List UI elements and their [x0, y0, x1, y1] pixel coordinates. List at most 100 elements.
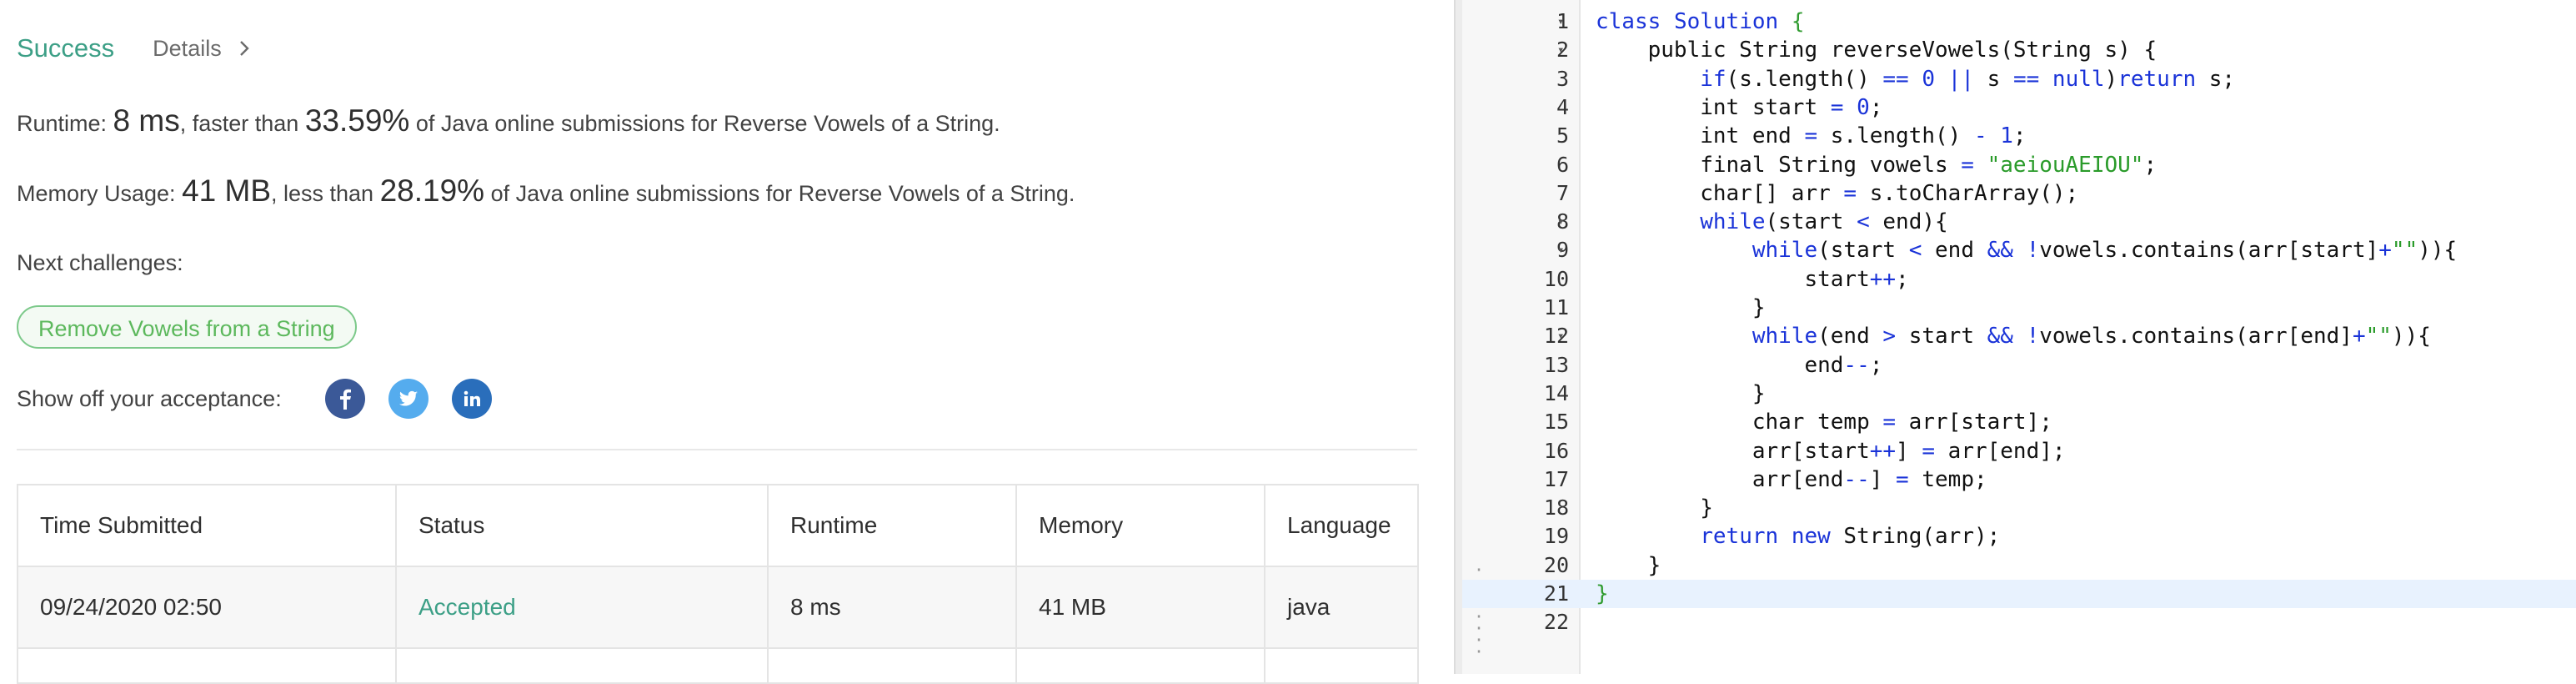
- code-text: public String reverseVowels(String s) {: [1596, 38, 2158, 63]
- code-text: arr[start++] = arr[end];: [1596, 438, 2066, 464]
- submission-result-panel: Success Details Runtime: 8 ms, faster th…: [0, 0, 1454, 684]
- runtime-value: 8 ms: [113, 103, 180, 138]
- code-line[interactable]: 10 start++;: [1462, 265, 2576, 294]
- table-header-row: Time Submitted Status Runtime Memory Lan…: [17, 484, 1419, 567]
- fold-toggle-icon[interactable]: ▾: [1557, 236, 1564, 264]
- line-number: 3: [1556, 66, 1569, 91]
- code-line[interactable]: 6 final String vowels = "aeiouAEIOU";: [1462, 151, 2576, 179]
- column-header[interactable]: Memory: [1015, 484, 1265, 567]
- code-line[interactable]: 17 arr[end--] = temp;: [1462, 465, 2576, 494]
- share-row: Show off your acceptance:: [17, 379, 492, 419]
- memory-mid: , less than: [271, 181, 380, 206]
- code-text: }: [1596, 495, 1713, 521]
- code-line[interactable]: 12 ▾ while(end > start && !vowels.contain…: [1462, 322, 2576, 350]
- code-line[interactable]: 8 ▾ while(start < end){: [1462, 208, 2576, 236]
- line-number: 20: [1543, 552, 1569, 577]
- code-text: while(start < end){: [1700, 209, 1948, 235]
- line-number: 4: [1556, 94, 1569, 119]
- time-submitted-cell: 09/24/2020 02:50: [17, 566, 397, 649]
- submissions-table: Time Submitted Status Runtime Memory Lan…: [17, 484, 1419, 684]
- result-status-row: Success Details: [17, 33, 253, 63]
- code-line[interactable]: 5 int end = s.length() - 1;: [1462, 122, 2576, 150]
- code-text: arr[end--] = temp;: [1596, 466, 1987, 492]
- runtime-mid: , faster than: [179, 111, 305, 136]
- line-number: 21: [1543, 581, 1569, 606]
- memory-summary: Memory Usage: 41 MB, less than 28.19% of…: [17, 174, 1075, 209]
- code-text: }: [1596, 581, 1609, 606]
- line-number: 7: [1556, 180, 1569, 205]
- details-link[interactable]: Details: [153, 36, 253, 62]
- status-cell[interactable]: Accepted: [395, 566, 769, 649]
- code-line[interactable]: 11 }: [1462, 294, 2576, 322]
- code-line[interactable]: 21}: [1462, 580, 2576, 608]
- code-text: int end = s.length() - 1;: [1596, 123, 2027, 149]
- column-header[interactable]: Language: [1264, 484, 1419, 567]
- table-row: [17, 647, 1419, 684]
- section-divider: [17, 449, 1417, 450]
- code-text: return new String(arr);: [1700, 524, 2001, 550]
- runtime-cell: 8 ms: [767, 566, 1017, 649]
- code-text: }: [1596, 295, 1766, 320]
- line-number: 15: [1543, 410, 1569, 435]
- line-number: 11: [1543, 295, 1569, 319]
- code-line[interactable]: 2 ▾ public String reverseVowels(String s)…: [1462, 36, 2576, 64]
- code-line[interactable]: 1 ▾ class Solution {: [1462, 8, 2576, 36]
- code-text: int start = 0;: [1596, 94, 1883, 120]
- line-number: 13: [1543, 352, 1569, 377]
- code-line[interactable]: 19 return new String(arr);: [1462, 522, 2576, 551]
- code-editor[interactable]: ········ 1▾class Solution {2▾ public Str…: [1462, 0, 2576, 674]
- code-line[interactable]: 14 }: [1462, 380, 2576, 408]
- next-challenge-button[interactable]: Remove Vowels from a String: [17, 305, 357, 349]
- memory-tail: of Java online submissions for Reverse V…: [484, 181, 1075, 206]
- line-number: 16: [1543, 438, 1569, 463]
- language-cell: java: [1264, 566, 1419, 649]
- runtime-tail: of Java online submissions for Reverse V…: [409, 111, 1000, 136]
- column-header[interactable]: Runtime: [767, 484, 1017, 567]
- fold-toggle-icon[interactable]: ▾: [1557, 36, 1564, 64]
- memory-cell: 41 MB: [1015, 566, 1265, 649]
- table-row[interactable]: 09/24/2020 02:50 Accepted 8 ms 41 MB jav…: [17, 566, 1419, 649]
- memory-percent: 28.19%: [379, 174, 485, 208]
- share-label: Show off your acceptance:: [17, 385, 282, 411]
- code-line[interactable]: 20 }: [1462, 551, 2576, 580]
- code-line[interactable]: 7 char[] arr = s.toCharArray();: [1462, 179, 2576, 208]
- code-text: final String vowels = "aeiouAEIOU";: [1596, 152, 2158, 178]
- facebook-icon[interactable]: [324, 379, 365, 419]
- code-line[interactable]: 3 if(s.length() == 0 || s == null)return…: [1462, 65, 2576, 93]
- details-label: Details: [153, 35, 222, 61]
- success-status: Success: [17, 33, 115, 63]
- line-number: 5: [1556, 123, 1569, 148]
- line-number: 6: [1556, 152, 1569, 177]
- code-text: start++;: [1596, 266, 1909, 292]
- memory-value: 41 MB: [182, 174, 271, 208]
- next-challenges-label: Next challenges:: [17, 250, 183, 275]
- code-text: if(s.length() == 0 || s == null)return s…: [1700, 66, 2236, 92]
- line-number: 19: [1543, 524, 1569, 549]
- twitter-icon[interactable]: [388, 379, 428, 419]
- code-line[interactable]: 9 ▾ while(start < end && !vowels.contains…: [1462, 236, 2576, 264]
- fold-toggle-icon[interactable]: ▾: [1557, 322, 1564, 350]
- code-text: }: [1596, 380, 1766, 406]
- code-line[interactable]: 22: [1462, 608, 2576, 636]
- memory-label: Memory Usage:: [17, 181, 183, 206]
- linkedin-icon[interactable]: [451, 379, 492, 419]
- code-line[interactable]: 18 }: [1462, 494, 2576, 522]
- code-line[interactable]: 16 arr[start++] = arr[end];: [1462, 437, 2576, 465]
- code-line[interactable]: 4 int start = 0;: [1462, 93, 2576, 122]
- code-text: class Solution {: [1596, 9, 1805, 34]
- code-line[interactable]: 15 char temp = arr[start];: [1462, 408, 2576, 436]
- chevron-right-icon: [239, 41, 249, 56]
- line-number: 22: [1543, 610, 1569, 635]
- runtime-summary: Runtime: 8 ms, faster than 33.59% of Jav…: [17, 103, 1000, 138]
- column-header[interactable]: Status: [395, 484, 769, 567]
- code-line[interactable]: 13 end--;: [1462, 351, 2576, 380]
- fold-toggle-icon[interactable]: ▾: [1557, 208, 1564, 236]
- code-text: }: [1596, 552, 1661, 578]
- runtime-label: Runtime:: [17, 111, 113, 136]
- code-text: while(end > start && !vowels.contains(ar…: [1752, 324, 2431, 350]
- code-text: char[] arr = s.toCharArray();: [1596, 180, 2079, 206]
- fold-toggle-icon[interactable]: ▾: [1557, 8, 1564, 36]
- line-number: 14: [1543, 380, 1569, 405]
- column-header[interactable]: Time Submitted: [17, 484, 397, 567]
- line-number: 18: [1543, 495, 1569, 521]
